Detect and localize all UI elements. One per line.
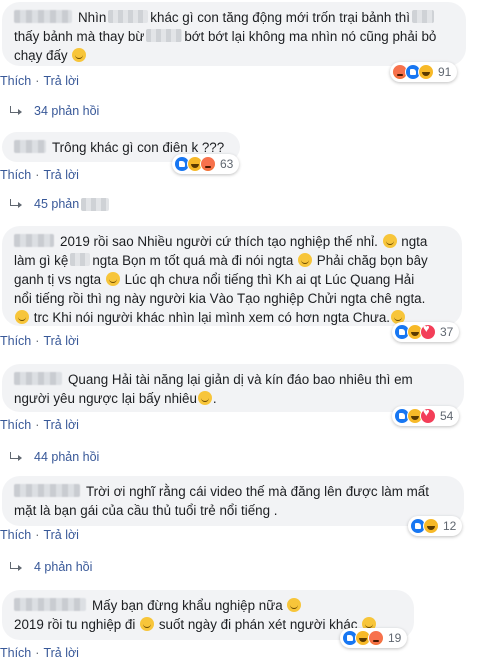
grin-emoji-icon bbox=[287, 598, 302, 612]
reply-arrow-icon bbox=[10, 452, 22, 462]
comment-text: Quang Hải tài năng lại giản dị và kín đá… bbox=[14, 372, 413, 406]
comment-text: Trời ơi nghĩ rằng cái video thế mà đăng … bbox=[14, 484, 429, 518]
comment-bubble: Nhìn khác gì con tăng động mới trốn trại … bbox=[2, 2, 466, 66]
comment-text: Nhìn khác gì con tăng động mới trốn trại … bbox=[14, 10, 437, 63]
view-replies-link[interactable]: 45 phản bbox=[10, 197, 111, 211]
reaction-summary[interactable]: 37 bbox=[392, 322, 460, 342]
grin-emoji-icon bbox=[105, 272, 120, 286]
reaction-count: 91 bbox=[438, 65, 452, 79]
smile-emoji-icon bbox=[382, 234, 397, 248]
haha-icon bbox=[423, 518, 439, 534]
like-link[interactable]: Thích bbox=[0, 168, 31, 182]
comment-bubble: 2019 rồi sao Nhiều người cứ thích tạo ng… bbox=[2, 226, 462, 326]
angry-icon bbox=[368, 630, 384, 646]
like-link[interactable]: Thích bbox=[0, 74, 31, 88]
like-link[interactable]: Thích bbox=[0, 528, 31, 542]
reaction-summary[interactable]: 19 bbox=[340, 628, 408, 648]
smile-emoji-icon bbox=[72, 48, 87, 62]
view-replies-link[interactable]: 34 phản hồi bbox=[10, 104, 99, 118]
comment-bubble: Trời ơi nghĩ rằng cái video thế mà đăng … bbox=[2, 476, 464, 526]
smile-emoji-icon bbox=[15, 310, 29, 324]
comment-actions: Thích · Trả lời bbox=[0, 528, 79, 542]
commenter-name-blurred[interactable] bbox=[14, 598, 86, 611]
comment-actions: Thích · Trả lời bbox=[0, 168, 79, 182]
censored-text bbox=[146, 29, 183, 42]
smile-emoji-icon bbox=[197, 391, 212, 405]
reaction-count: 19 bbox=[388, 631, 402, 645]
reaction-count: 63 bbox=[220, 157, 234, 171]
reaction-summary[interactable]: 91 bbox=[390, 62, 458, 82]
view-replies-link[interactable]: 4 phản hồi bbox=[10, 560, 92, 574]
reaction-count: 37 bbox=[440, 325, 454, 339]
angry-icon bbox=[200, 156, 216, 172]
like-link[interactable]: Thích bbox=[0, 646, 31, 660]
censored-text bbox=[411, 10, 434, 23]
comment-text: Mấy bạn đừng khẩu nghiệp nữa 2019 rồi tu… bbox=[14, 596, 402, 634]
comment-actions: Thích · Trả lời bbox=[0, 74, 79, 88]
comment-actions: Thích · Trả lời bbox=[0, 334, 79, 348]
comment-actions: Thích · Trả lời bbox=[0, 646, 79, 660]
reply-arrow-icon bbox=[10, 562, 22, 572]
like-link[interactable]: Thích bbox=[0, 418, 31, 432]
like-link[interactable]: Thích bbox=[0, 334, 31, 348]
reply-arrow-icon bbox=[10, 199, 22, 209]
smile-emoji-icon bbox=[140, 617, 155, 631]
reply-link[interactable]: Trả lời bbox=[43, 646, 79, 660]
commenter-name-blurred[interactable] bbox=[14, 10, 72, 23]
reply-link[interactable]: Trả lời bbox=[43, 168, 79, 182]
smile-emoji-icon bbox=[298, 253, 313, 267]
view-replies-link[interactable]: 44 phản hồi bbox=[10, 450, 99, 464]
commenter-name-blurred[interactable] bbox=[14, 484, 80, 497]
comment-actions: Thích · Trả lời bbox=[0, 418, 79, 432]
love-icon bbox=[420, 407, 436, 424]
commenter-name-blurred[interactable] bbox=[14, 234, 54, 247]
reply-arrow-icon bbox=[10, 106, 22, 116]
censored-text bbox=[70, 253, 91, 266]
haha-icon bbox=[418, 64, 434, 80]
commenter-name-blurred[interactable] bbox=[14, 372, 62, 385]
comment-bubble: Quang Hải tài năng lại giản dị và kín đá… bbox=[2, 364, 464, 412]
reply-link[interactable]: Trả lời bbox=[43, 418, 79, 432]
comment-text: 2019 rồi sao Nhiều người cứ thích tạo ng… bbox=[14, 234, 428, 325]
reply-link[interactable]: Trả lời bbox=[43, 74, 79, 88]
reply-link[interactable]: Trả lời bbox=[43, 334, 79, 348]
censored-text bbox=[81, 197, 110, 211]
love-icon bbox=[420, 323, 436, 340]
reaction-summary[interactable]: 12 bbox=[408, 516, 463, 536]
reply-link[interactable]: Trả lời bbox=[43, 528, 79, 542]
reaction-summary[interactable]: 63 bbox=[172, 154, 240, 174]
censored-text bbox=[108, 10, 149, 23]
commenter-name-blurred[interactable] bbox=[14, 140, 46, 153]
reaction-count: 54 bbox=[440, 409, 454, 423]
reaction-summary[interactable]: 54 bbox=[392, 406, 460, 426]
reaction-count: 12 bbox=[443, 519, 457, 533]
